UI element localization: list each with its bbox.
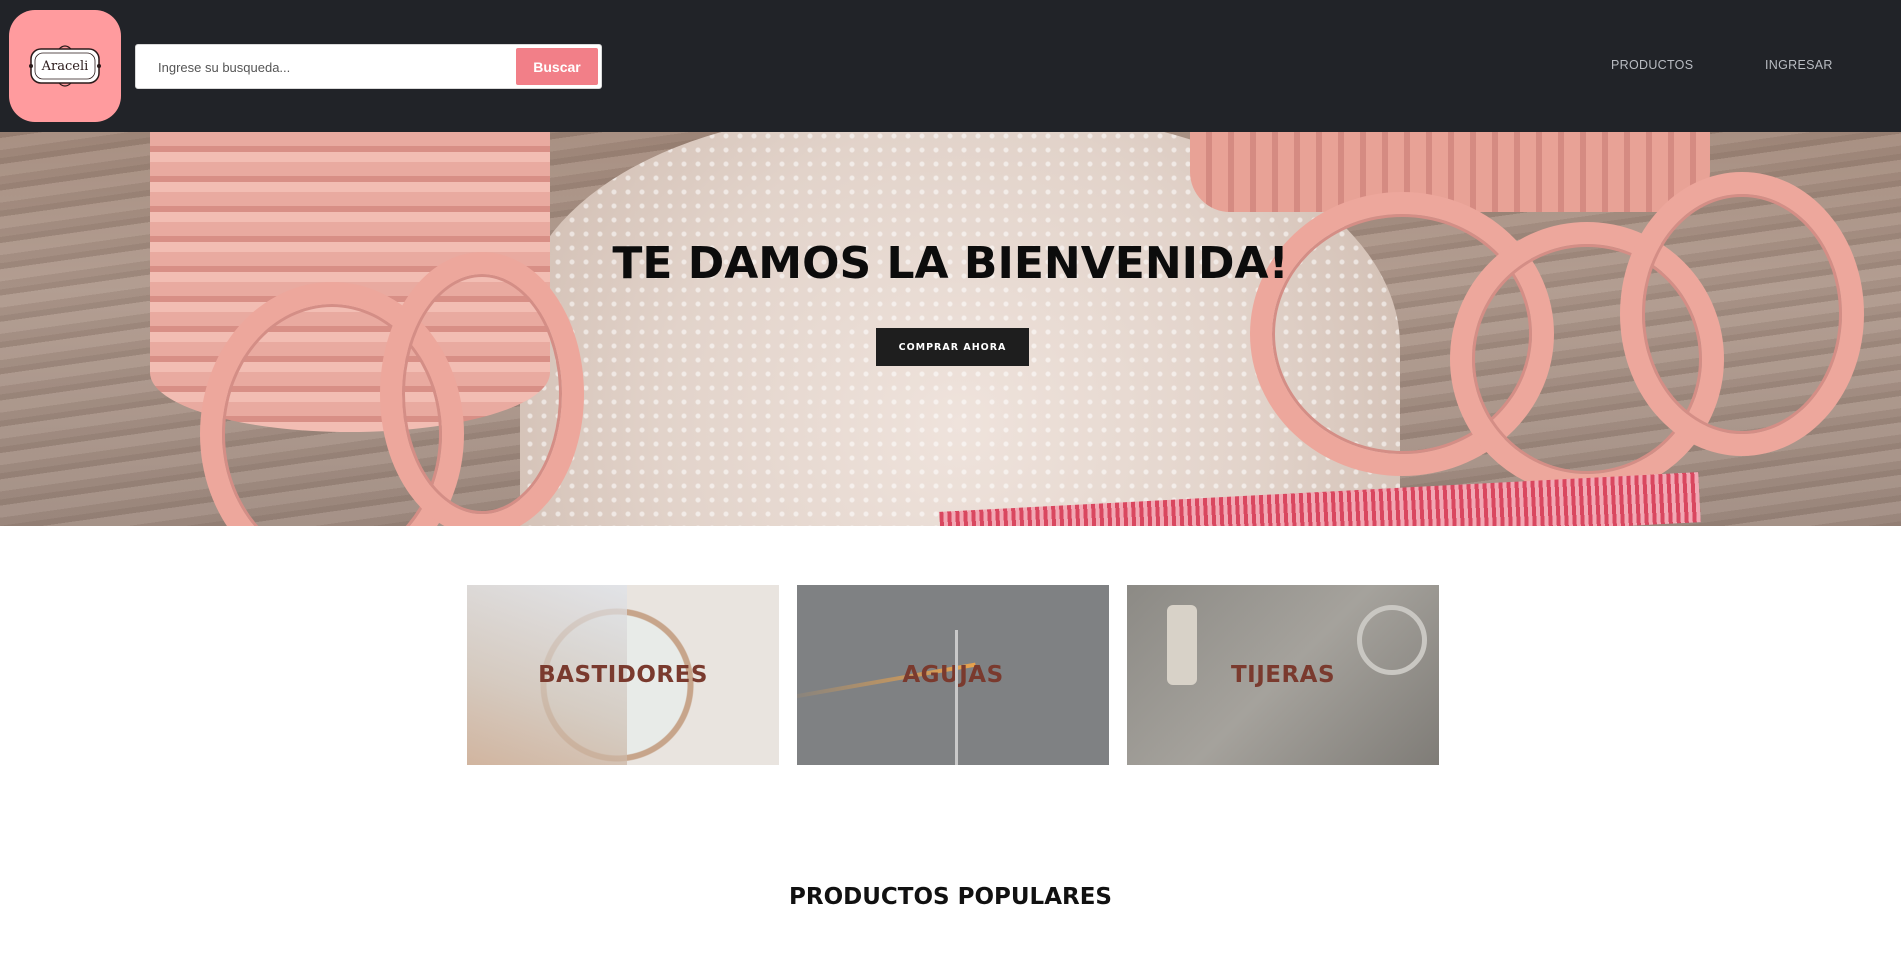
category-tijeras[interactable]: TIJERAS	[1127, 585, 1439, 765]
category-label: BASTIDORES	[538, 662, 708, 688]
category-label: AGUJAS	[902, 662, 1004, 688]
category-label: TIJERAS	[1230, 662, 1336, 688]
search-button[interactable]: Buscar	[516, 48, 598, 85]
shop-now-button[interactable]: COMPRAR AHORA	[876, 328, 1029, 366]
nav-ingresar[interactable]: INGRESAR	[1765, 58, 1833, 72]
araceli-logo[interactable]: Araceli	[9, 10, 121, 122]
search-bar: Buscar	[135, 44, 602, 90]
search-input[interactable]	[156, 45, 530, 90]
hero-banner: TE DAMOS LA BIENVENIDA! COMPRAR AHORA	[0, 132, 1901, 526]
hero-title: TE DAMOS LA BIENVENIDA!	[612, 238, 1289, 289]
hero-ribbon-loop	[380, 252, 584, 526]
hero-ribbon-loop	[1620, 172, 1864, 456]
category-agujas[interactable]: AGUJAS	[797, 585, 1109, 765]
category-bastidores[interactable]: BASTIDORES	[467, 585, 779, 765]
site-header: Araceli Buscar PRODUCTOS INGRESAR	[0, 0, 1901, 132]
logo-badge-icon: Araceli	[29, 45, 101, 87]
nav-productos[interactable]: PRODUCTOS	[1611, 58, 1693, 72]
popular-products-title: PRODUCTOS POPULARES	[789, 884, 1112, 910]
svg-text:Araceli: Araceli	[41, 59, 89, 74]
